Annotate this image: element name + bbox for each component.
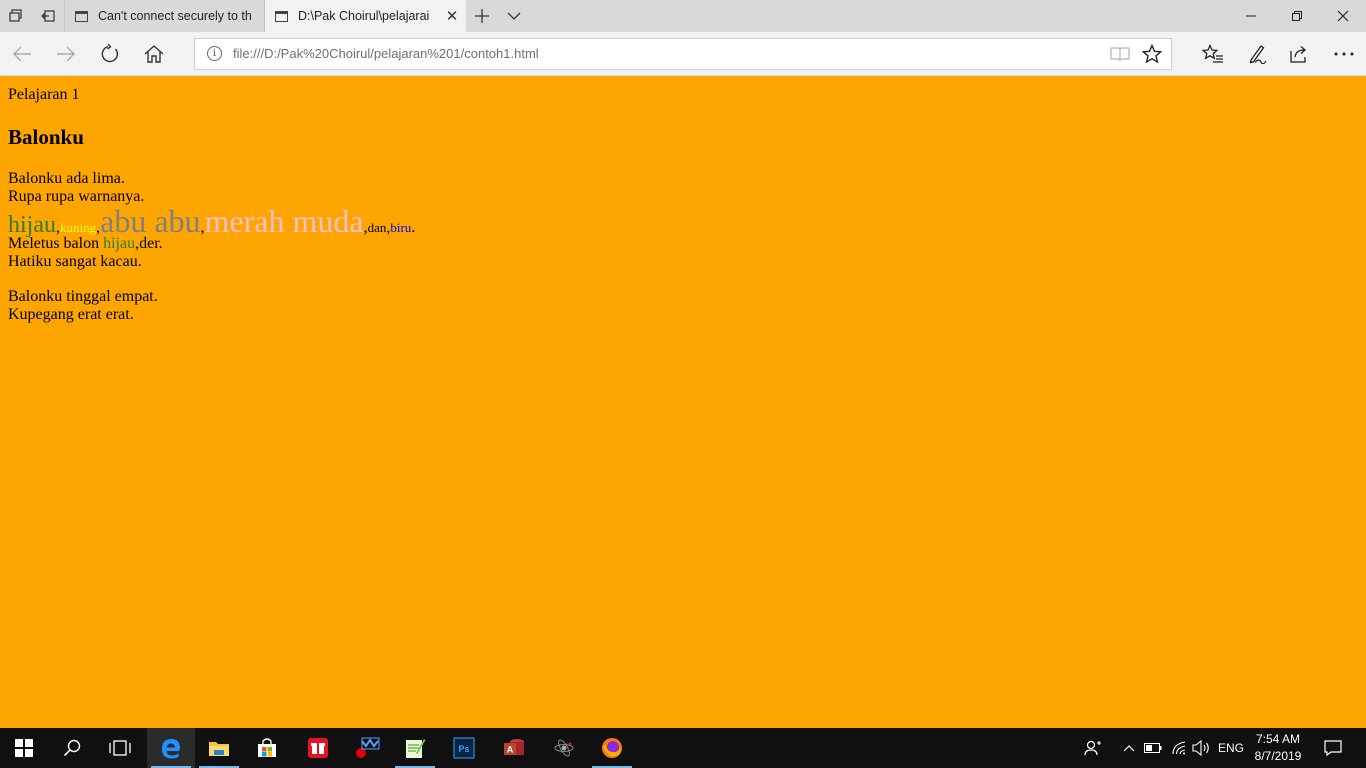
page-icon [75,10,88,22]
tab-active-contoh1[interactable]: D:\Pak Choirul\pelajarai ✕ [265,0,466,32]
lesson-label: Pelajaran 1 [8,86,80,103]
atom-app-icon[interactable] [540,728,588,768]
poem-line: Balonku ada lima. [8,170,125,187]
page-content: Pelajaran 1 Balonku Balonku ada lima. Ru… [8,86,1358,324]
meletus-suffix: ,der. [135,235,163,252]
restore-icon[interactable] [1274,0,1320,32]
favorite-star-icon[interactable] [1136,39,1168,69]
clock-time: 7:54 AM [1255,732,1301,746]
tab-title: D:\Pak Choirul\pelajarai [298,9,430,23]
notifications-icon[interactable] [1314,728,1352,768]
address-bar[interactable]: i file:///D:/Pak%20Choirul/pelajaran%201… [194,38,1172,70]
search-icon[interactable] [48,728,96,768]
clock-date: 8/7/2019 [1254,749,1302,763]
notepad-plus-icon[interactable] [391,728,439,768]
share-icon[interactable] [1277,32,1321,75]
tab-cant-connect[interactable]: Can't connect securely to th [64,0,265,32]
period: . [411,219,416,236]
new-tab-icon[interactable] [466,0,498,32]
chevron-down-icon[interactable] [498,0,530,32]
color-word-hijau: hijau [103,235,136,252]
poem-line: Hatiku sangat kacau. [8,253,142,270]
firefox-icon[interactable] [588,728,636,768]
poem-line: Balonku tinggal empat. [8,288,158,305]
back-icon[interactable] [0,32,44,75]
minimize-icon[interactable] [1228,0,1274,32]
close-tab-icon[interactable]: ✕ [438,0,466,32]
access-icon[interactable]: A [490,728,538,768]
file-explorer-icon[interactable] [195,728,243,768]
color-word-merah-muda: merah muda [204,203,364,239]
svg-text:Ps: Ps [458,744,469,754]
color-word-abu-abu: abu abu [100,203,201,239]
wifi-icon[interactable] [1168,728,1190,768]
clock[interactable]: 7:54 AM 8/7/2019 [1246,731,1310,765]
address-url[interactable]: file:///D:/Pak%20Choirul/pelajaran%201/c… [233,39,539,69]
close-window-icon[interactable] [1320,0,1366,32]
network-app-icon[interactable] [343,728,391,768]
battery-icon[interactable] [1142,728,1164,768]
refresh-icon[interactable] [88,32,132,75]
info-icon[interactable]: i [207,46,222,61]
home-icon[interactable] [132,32,176,75]
volume-icon[interactable] [1190,728,1212,768]
page-icon [275,10,288,22]
gift-app-icon[interactable] [294,728,342,768]
more-options-icon[interactable] [1322,32,1366,75]
svg-text:A: A [507,745,514,755]
people-icon[interactable] [1080,728,1106,768]
meletus-prefix: Meletus balon [8,235,104,252]
edge-browser-icon[interactable] [147,728,195,768]
chevron-up-icon[interactable] [1120,728,1138,768]
task-view-icon[interactable] [96,728,144,768]
pen-notes-icon[interactable] [1235,32,1279,75]
windows-start-icon[interactable] [0,728,48,768]
tab-title: Can't connect securely to th [98,9,252,23]
page-title: Balonku [8,125,84,149]
color-word-kuning: kuning [60,220,97,235]
input-language[interactable]: ENG [1214,728,1248,768]
store-icon[interactable] [243,728,291,768]
color-list-line: hijau,kuning,abu abu,merah muda,dan,biru… [8,205,1358,238]
tab-bar: Can't connect securely to th D:\Pak Choi… [0,0,1366,32]
navigation-bar: i file:///D:/Pak%20Choirul/pelajaran%201… [0,32,1366,76]
tabs-aside-icon[interactable] [32,0,64,32]
favorites-hub-icon[interactable] [1191,32,1235,75]
poem-line: Kupegang erat erat. [8,306,134,323]
photoshop-icon[interactable]: Ps [440,728,488,768]
color-word-biru: biru [390,220,412,235]
set-aside-tabs-icon[interactable] [0,0,32,32]
taskbar: Ps A ENG 7:54 AM 8/7/2019 [0,728,1366,768]
color-word-dan: dan [367,220,387,235]
reading-view-icon[interactable] [1104,39,1136,69]
forward-icon[interactable] [44,32,88,75]
